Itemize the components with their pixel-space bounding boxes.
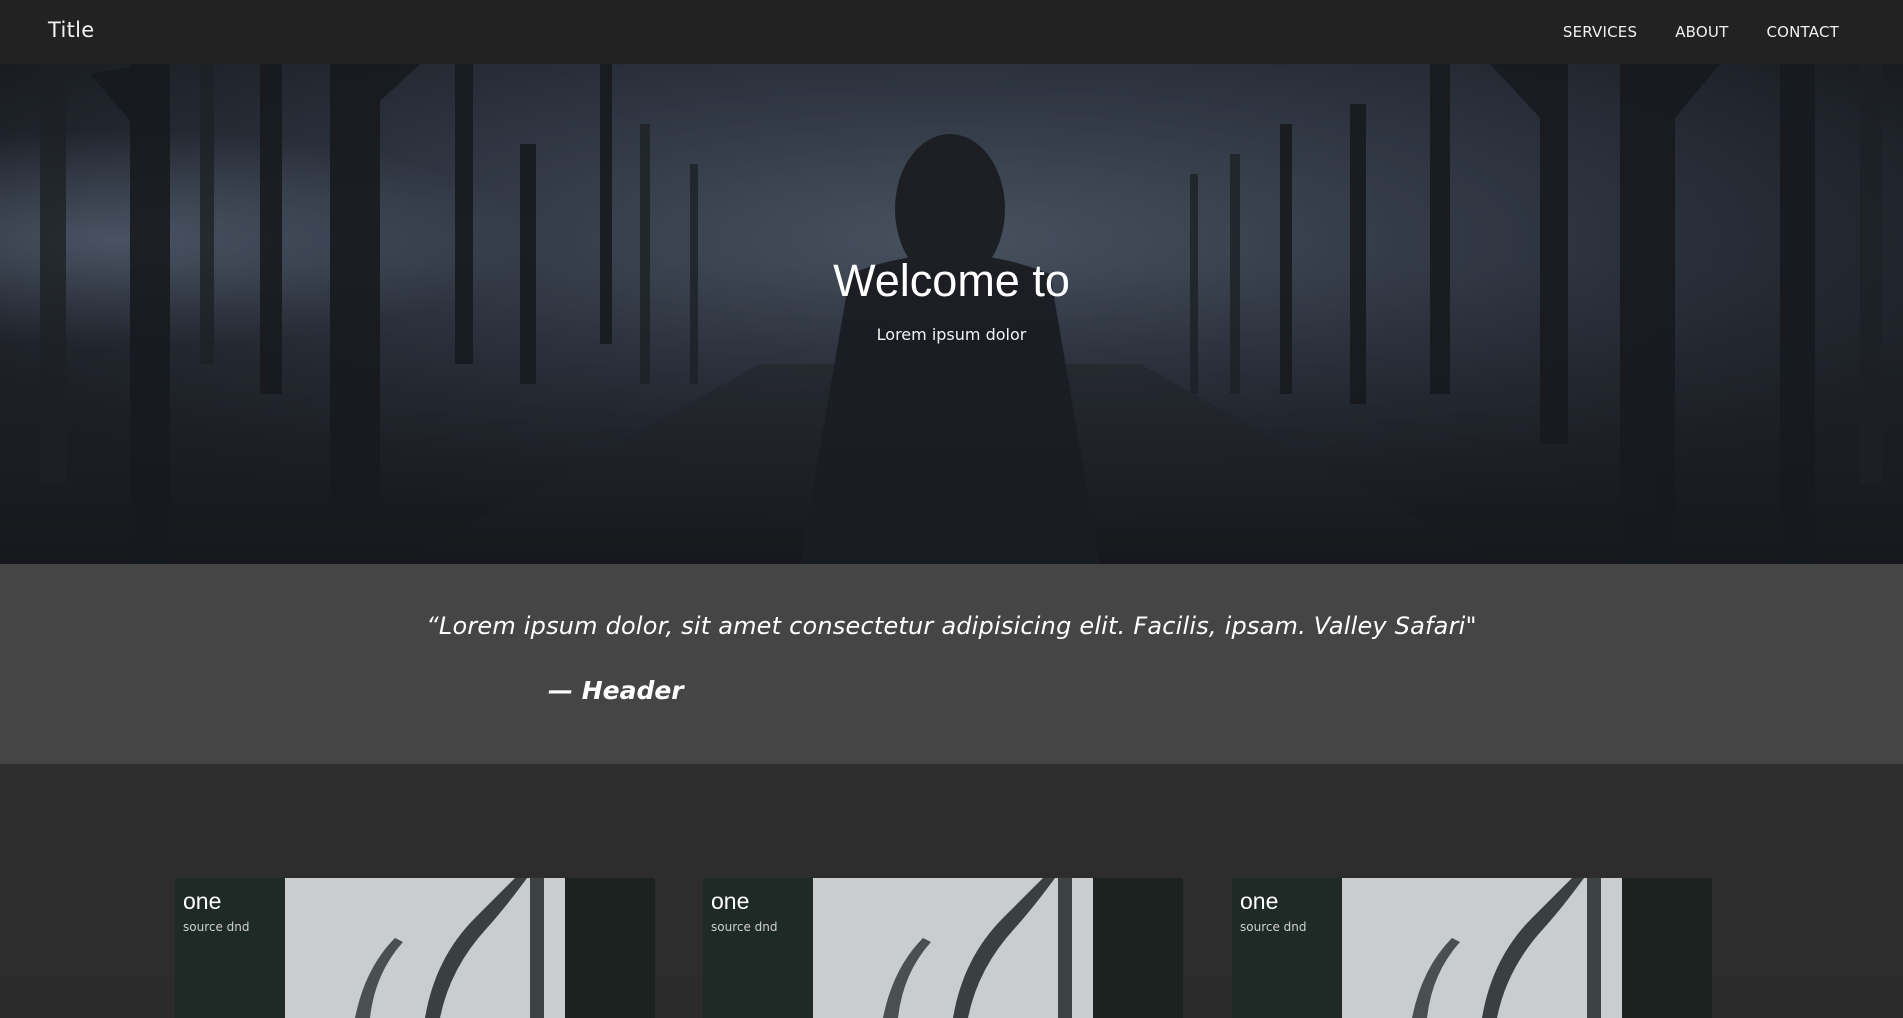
card[interactable]: one source dnd (703, 878, 1183, 1018)
cards-section: one source dnd one source dnd one source… (0, 766, 1903, 1018)
hero-content: Welcome to Lorem ipsum dolor (0, 64, 1903, 564)
card[interactable]: one source dnd (175, 878, 655, 1018)
nav-link-services[interactable]: SERVICES (1563, 23, 1637, 41)
card-source: source dnd (711, 920, 778, 934)
nav-link-about[interactable]: ABOUT (1675, 23, 1728, 41)
quote-section: “Lorem ipsum dolor, sit amet consectetur… (0, 564, 1903, 766)
quote-text: “Lorem ipsum dolor, sit amet consectetur… (426, 612, 1477, 640)
card-forest-image (703, 878, 1183, 1018)
card-forest-image (1232, 878, 1712, 1018)
quote-author: — Header (548, 676, 684, 705)
card-forest-image (175, 878, 655, 1018)
card-title: one (183, 888, 222, 914)
brand-title[interactable]: Title (48, 18, 95, 42)
navbar: Title SERVICES ABOUT CONTACT (0, 0, 1903, 64)
card-source: source dnd (183, 920, 250, 934)
hero-subtitle: Lorem ipsum dolor (876, 324, 1027, 344)
card-title: one (711, 888, 750, 914)
card[interactable]: one source dnd (1232, 878, 1712, 1018)
hero-title: Welcome to (833, 254, 1070, 306)
hero-section: Welcome to Lorem ipsum dolor (0, 64, 1903, 564)
card-title: one (1240, 888, 1279, 914)
nav-links: SERVICES ABOUT CONTACT (1563, 23, 1839, 41)
card-source: source dnd (1240, 920, 1307, 934)
nav-link-contact[interactable]: CONTACT (1766, 23, 1839, 41)
